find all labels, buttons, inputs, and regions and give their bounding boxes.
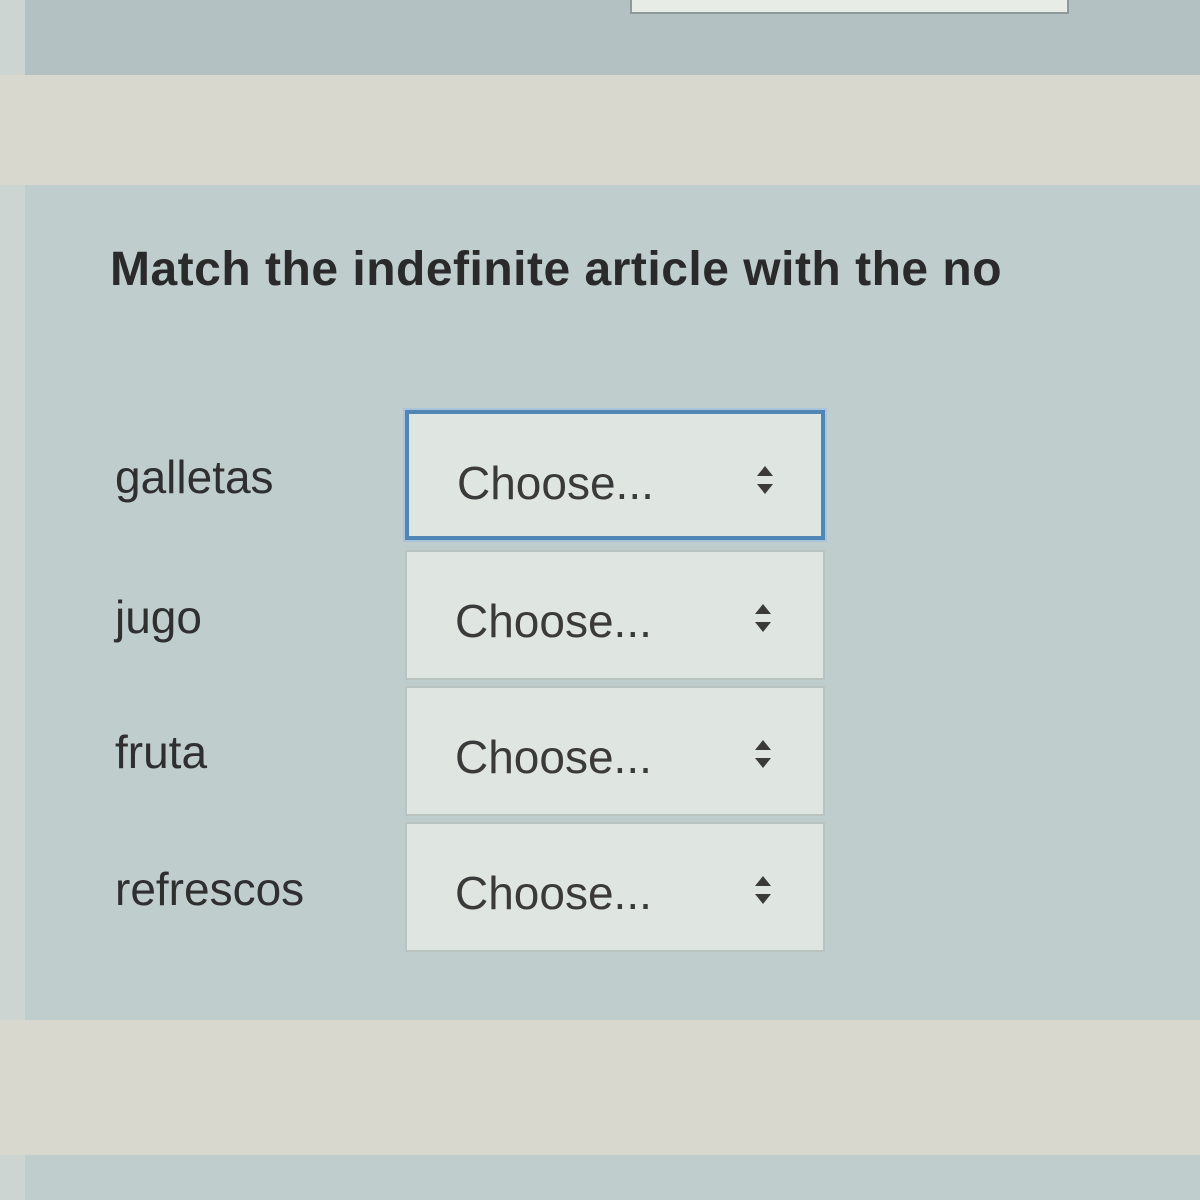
select-value: Choose... — [455, 595, 652, 647]
previous-question-panel — [25, 0, 1200, 75]
noun-label-galletas: galletas — [115, 451, 274, 503]
article-select-galletas[interactable]: Choose... — [405, 410, 825, 540]
noun-label-fruta: fruta — [115, 726, 208, 778]
select-value: Choose... — [455, 731, 652, 783]
article-select-refrescos[interactable]: Choose... — [405, 822, 825, 952]
article-select-fruta[interactable]: Choose... — [405, 686, 825, 816]
quiz-page: Match the indefinite article with the no… — [0, 0, 1200, 1200]
noun-label-refrescos: refrescos — [115, 863, 305, 915]
up-down-chevron-icon — [757, 466, 773, 494]
up-down-chevron-icon — [755, 876, 771, 904]
noun-label-jugo: jugo — [115, 591, 202, 643]
up-down-chevron-icon — [755, 604, 771, 632]
up-down-chevron-icon — [755, 740, 771, 768]
article-select-jugo[interactable]: Choose... — [405, 550, 825, 680]
question-separator — [0, 75, 1200, 185]
question-separator-bottom — [0, 1020, 1200, 1155]
select-value: Choose... — [457, 457, 654, 509]
question-prompt: Match the indefinite article with the no — [110, 243, 1003, 296]
previous-answer-field[interactable] — [630, 0, 1069, 14]
select-value: Choose... — [455, 867, 652, 919]
next-question-panel — [25, 1155, 1200, 1200]
